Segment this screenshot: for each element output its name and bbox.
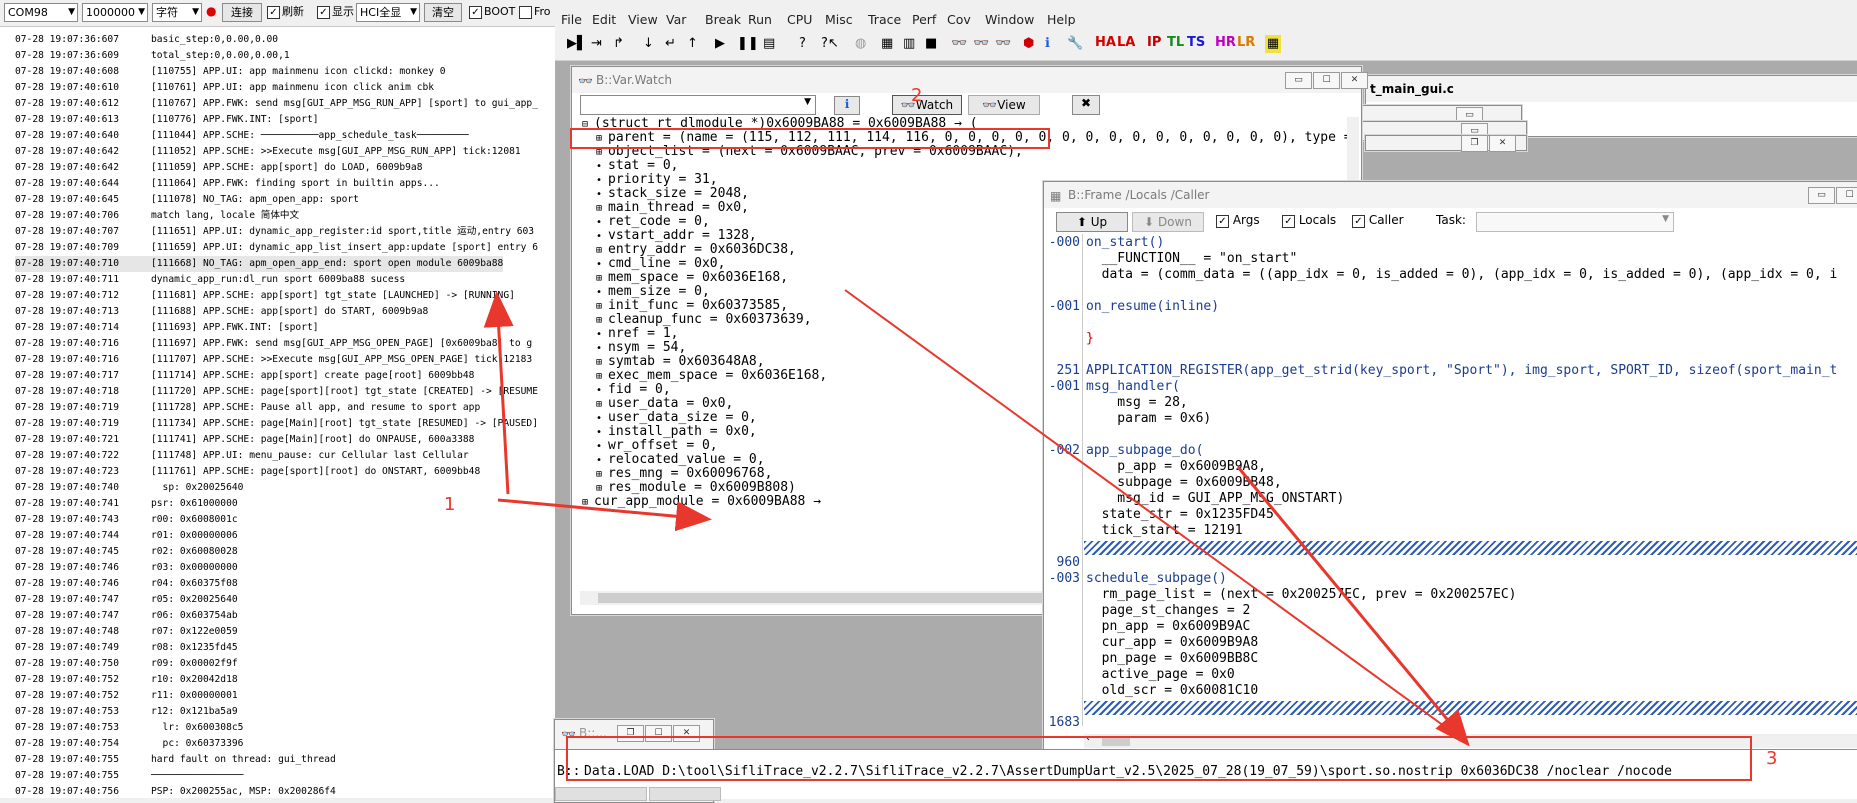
annotation-arrow-3b	[1236, 466, 1470, 747]
annotation-label-1: 1	[444, 494, 456, 515]
annotation-arrow-3a	[844, 289, 1467, 743]
annotation-box-2	[570, 128, 1050, 149]
annotation-overlay	[483, 289, 1470, 747]
annotation-label-3: 3	[1766, 748, 1778, 769]
annotation-label-2: 2	[911, 85, 923, 106]
annotation-box-3	[566, 736, 1752, 781]
annotation-arrow-1b	[497, 498, 712, 532]
annotation-arrow-1a	[483, 291, 514, 495]
